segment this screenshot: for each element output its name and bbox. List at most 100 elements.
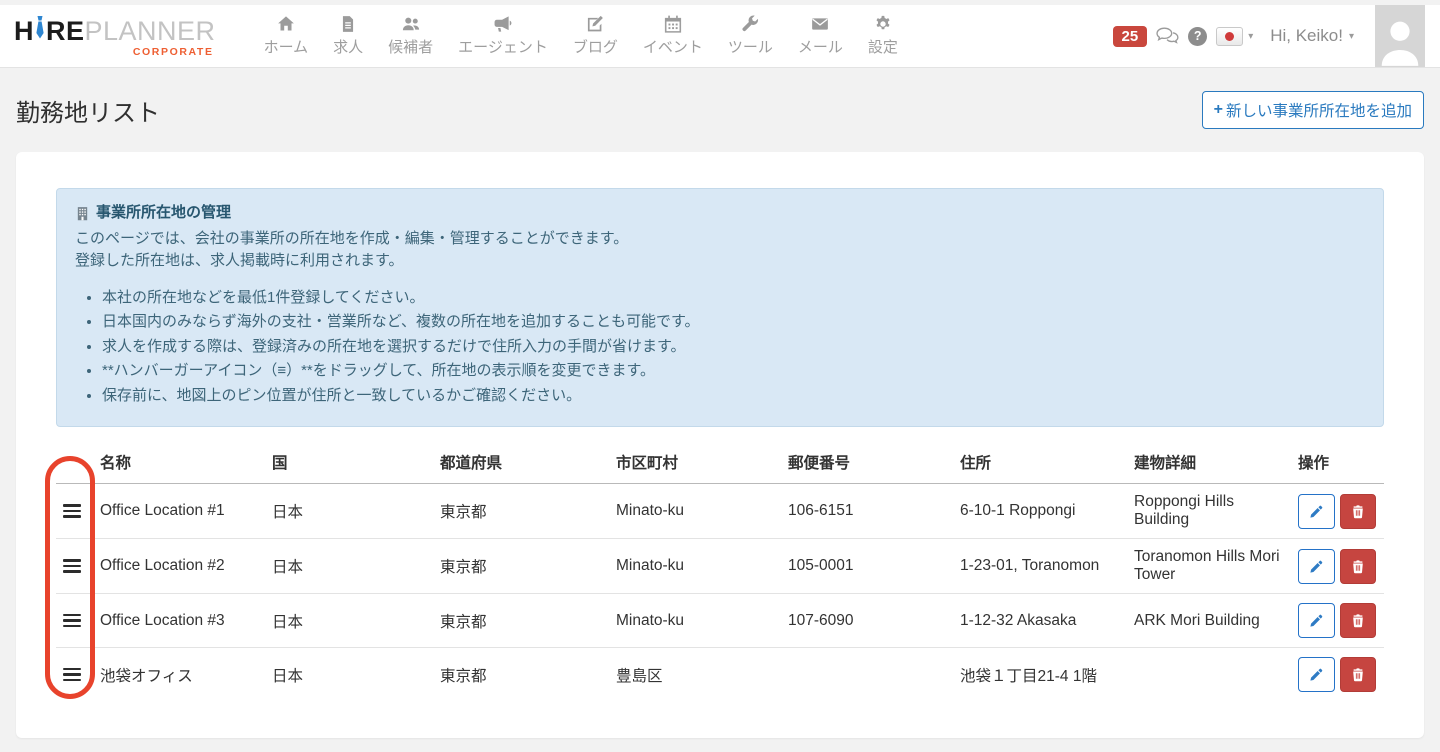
cell-address: 1-23-01, Toranomon bbox=[960, 539, 1134, 594]
chat-icon[interactable] bbox=[1156, 27, 1179, 46]
main-nav: ホーム 求人 候補者 エージェント ブログ イベント ツール メール bbox=[264, 15, 898, 57]
cell-country: 日本 bbox=[272, 539, 440, 594]
person-silhouette-icon bbox=[1375, 9, 1425, 67]
info-bullet: 本社の所在地などを最低1件登録してください。 bbox=[102, 287, 1365, 310]
locations-card: 事業所所在地の管理 このページでは、会社の事業所の所在地を作成・編集・管理するこ… bbox=[16, 152, 1424, 738]
wrench-icon bbox=[741, 15, 759, 33]
pencil-icon bbox=[1309, 504, 1324, 519]
logo-hire-re: RE bbox=[46, 18, 85, 45]
cell-prefecture: 東京都 bbox=[440, 484, 616, 539]
cell-address: 1-12-32 Akasaka bbox=[960, 594, 1134, 648]
drag-handle-icon[interactable] bbox=[63, 661, 81, 689]
cell-name: Office Location #2 bbox=[100, 539, 272, 594]
nav-item-agents[interactable]: エージェント bbox=[458, 15, 548, 57]
col-building: 建物詳細 bbox=[1134, 443, 1298, 484]
cell-prefecture: 東京都 bbox=[440, 648, 616, 702]
tie-icon bbox=[35, 16, 45, 45]
building-icon bbox=[75, 206, 90, 221]
trash-icon bbox=[1351, 559, 1365, 574]
plus-icon: + bbox=[1214, 101, 1223, 119]
trash-icon bbox=[1351, 613, 1365, 628]
nav-item-candidates[interactable]: 候補者 bbox=[388, 15, 433, 57]
drag-handle-icon[interactable] bbox=[63, 497, 81, 525]
nav-item-settings[interactable]: 設定 bbox=[868, 15, 898, 57]
hireplanner-logo[interactable]: HREPLANNER CORPORATE bbox=[14, 16, 216, 58]
page-header: 勤務地リスト + 新しい事業所所在地を追加 bbox=[0, 68, 1440, 152]
cell-city: Minato-ku bbox=[616, 539, 788, 594]
col-country: 国 bbox=[272, 443, 440, 484]
envelope-icon bbox=[811, 15, 829, 33]
col-name: 名称 bbox=[100, 443, 272, 484]
table-row: Office Location #3 日本 東京都 Minato-ku 107-… bbox=[56, 594, 1384, 648]
japan-flag-icon bbox=[1216, 27, 1243, 46]
locations-table: 名称 国 都道府県 市区町村 郵便番号 住所 建物詳細 操作 Office Lo… bbox=[56, 443, 1384, 701]
cell-postal: 105-0001 bbox=[788, 539, 960, 594]
pencil-icon bbox=[1309, 667, 1324, 682]
language-selector[interactable]: ▾ bbox=[1216, 27, 1253, 46]
chevron-down-icon: ▾ bbox=[1248, 31, 1253, 42]
chevron-down-icon: ▾ bbox=[1349, 31, 1354, 42]
col-postal: 郵便番号 bbox=[788, 443, 960, 484]
delete-button[interactable] bbox=[1340, 603, 1377, 638]
cell-city: Minato-ku bbox=[616, 594, 788, 648]
cell-name: Office Location #3 bbox=[100, 594, 272, 648]
trash-icon bbox=[1351, 504, 1365, 519]
add-location-button[interactable]: + 新しい事業所所在地を追加 bbox=[1202, 91, 1424, 129]
cell-building: Toranomon Hills Mori Tower bbox=[1134, 539, 1298, 594]
info-bullet: 求人を作成する際は、登録済みの所在地を選択するだけで住所入力の手間が省けます。 bbox=[102, 336, 1365, 359]
logo-hire-h: H bbox=[14, 18, 34, 45]
greeting-text: Hi, Keiko! bbox=[1270, 26, 1343, 46]
nav-item-home[interactable]: ホーム bbox=[264, 15, 309, 57]
info-paragraph: 登録した所在地は、求人掲載時に利用されます。 bbox=[75, 250, 1365, 273]
notification-badge[interactable]: 25 bbox=[1113, 26, 1148, 47]
drag-handle-icon[interactable] bbox=[63, 607, 81, 635]
navbar: HREPLANNER CORPORATE ホーム 求人 候補者 エージェント ブ… bbox=[0, 5, 1440, 68]
delete-button[interactable] bbox=[1340, 657, 1377, 692]
info-panel-title: 事業所所在地の管理 bbox=[75, 202, 1365, 225]
edit-button[interactable] bbox=[1298, 657, 1335, 692]
megaphone-icon bbox=[494, 15, 512, 33]
cell-postal: 106-6151 bbox=[788, 484, 960, 539]
help-icon[interactable]: ? bbox=[1188, 27, 1207, 46]
gear-icon bbox=[874, 15, 892, 33]
info-bullet-list: 本社の所在地などを最低1件登録してください。 日本国内のみならず海外の支社・営業… bbox=[75, 287, 1365, 408]
info-panel: 事業所所在地の管理 このページでは、会社の事業所の所在地を作成・編集・管理するこ… bbox=[56, 188, 1384, 427]
info-paragraph: このページでは、会社の事業所の所在地を作成・編集・管理することができます。 bbox=[75, 228, 1365, 251]
info-bullet: 日本国内のみならず海外の支社・営業所など、複数の所在地を追加することも可能です。 bbox=[102, 311, 1365, 334]
edit-button[interactable] bbox=[1298, 549, 1335, 584]
pencil-icon bbox=[1309, 559, 1324, 574]
table-row: Office Location #2 日本 東京都 Minato-ku 105-… bbox=[56, 539, 1384, 594]
col-drag bbox=[56, 443, 100, 484]
nav-item-jobs[interactable]: 求人 bbox=[333, 15, 363, 57]
delete-button[interactable] bbox=[1340, 549, 1377, 584]
cell-prefecture: 東京都 bbox=[440, 594, 616, 648]
logo-corporate: CORPORATE bbox=[14, 47, 216, 58]
col-actions: 操作 bbox=[1298, 443, 1384, 484]
cell-postal bbox=[788, 648, 960, 702]
table-row: Office Location #1 日本 東京都 Minato-ku 106-… bbox=[56, 484, 1384, 539]
navbar-right: 25 ? ▾ Hi, Keiko! ▾ bbox=[1113, 5, 1440, 67]
page-title: 勤務地リスト bbox=[16, 93, 160, 128]
cell-building bbox=[1134, 648, 1298, 702]
trash-icon bbox=[1351, 667, 1365, 682]
cell-address: 6-10-1 Roppongi bbox=[960, 484, 1134, 539]
col-address: 住所 bbox=[960, 443, 1134, 484]
delete-button[interactable] bbox=[1340, 494, 1377, 529]
nav-item-tools[interactable]: ツール bbox=[728, 15, 773, 57]
edit-button[interactable] bbox=[1298, 603, 1335, 638]
user-menu[interactable]: Hi, Keiko! ▾ bbox=[1270, 26, 1354, 46]
cell-address: 池袋１丁目21-4 1階 bbox=[960, 648, 1134, 702]
cell-country: 日本 bbox=[272, 648, 440, 702]
cell-building: ARK Mori Building bbox=[1134, 594, 1298, 648]
calendar-icon bbox=[664, 15, 682, 33]
nav-item-blog[interactable]: ブログ bbox=[573, 15, 618, 57]
document-icon bbox=[339, 15, 357, 33]
nav-item-events[interactable]: イベント bbox=[643, 15, 703, 57]
col-city: 市区町村 bbox=[616, 443, 788, 484]
nav-item-mail[interactable]: メール bbox=[798, 15, 843, 57]
avatar[interactable] bbox=[1375, 5, 1425, 67]
drag-handle-icon[interactable] bbox=[63, 552, 81, 580]
add-location-label: 新しい事業所所在地を追加 bbox=[1226, 99, 1412, 121]
edit-button[interactable] bbox=[1298, 494, 1335, 529]
cell-name: 池袋オフィス bbox=[100, 648, 272, 702]
